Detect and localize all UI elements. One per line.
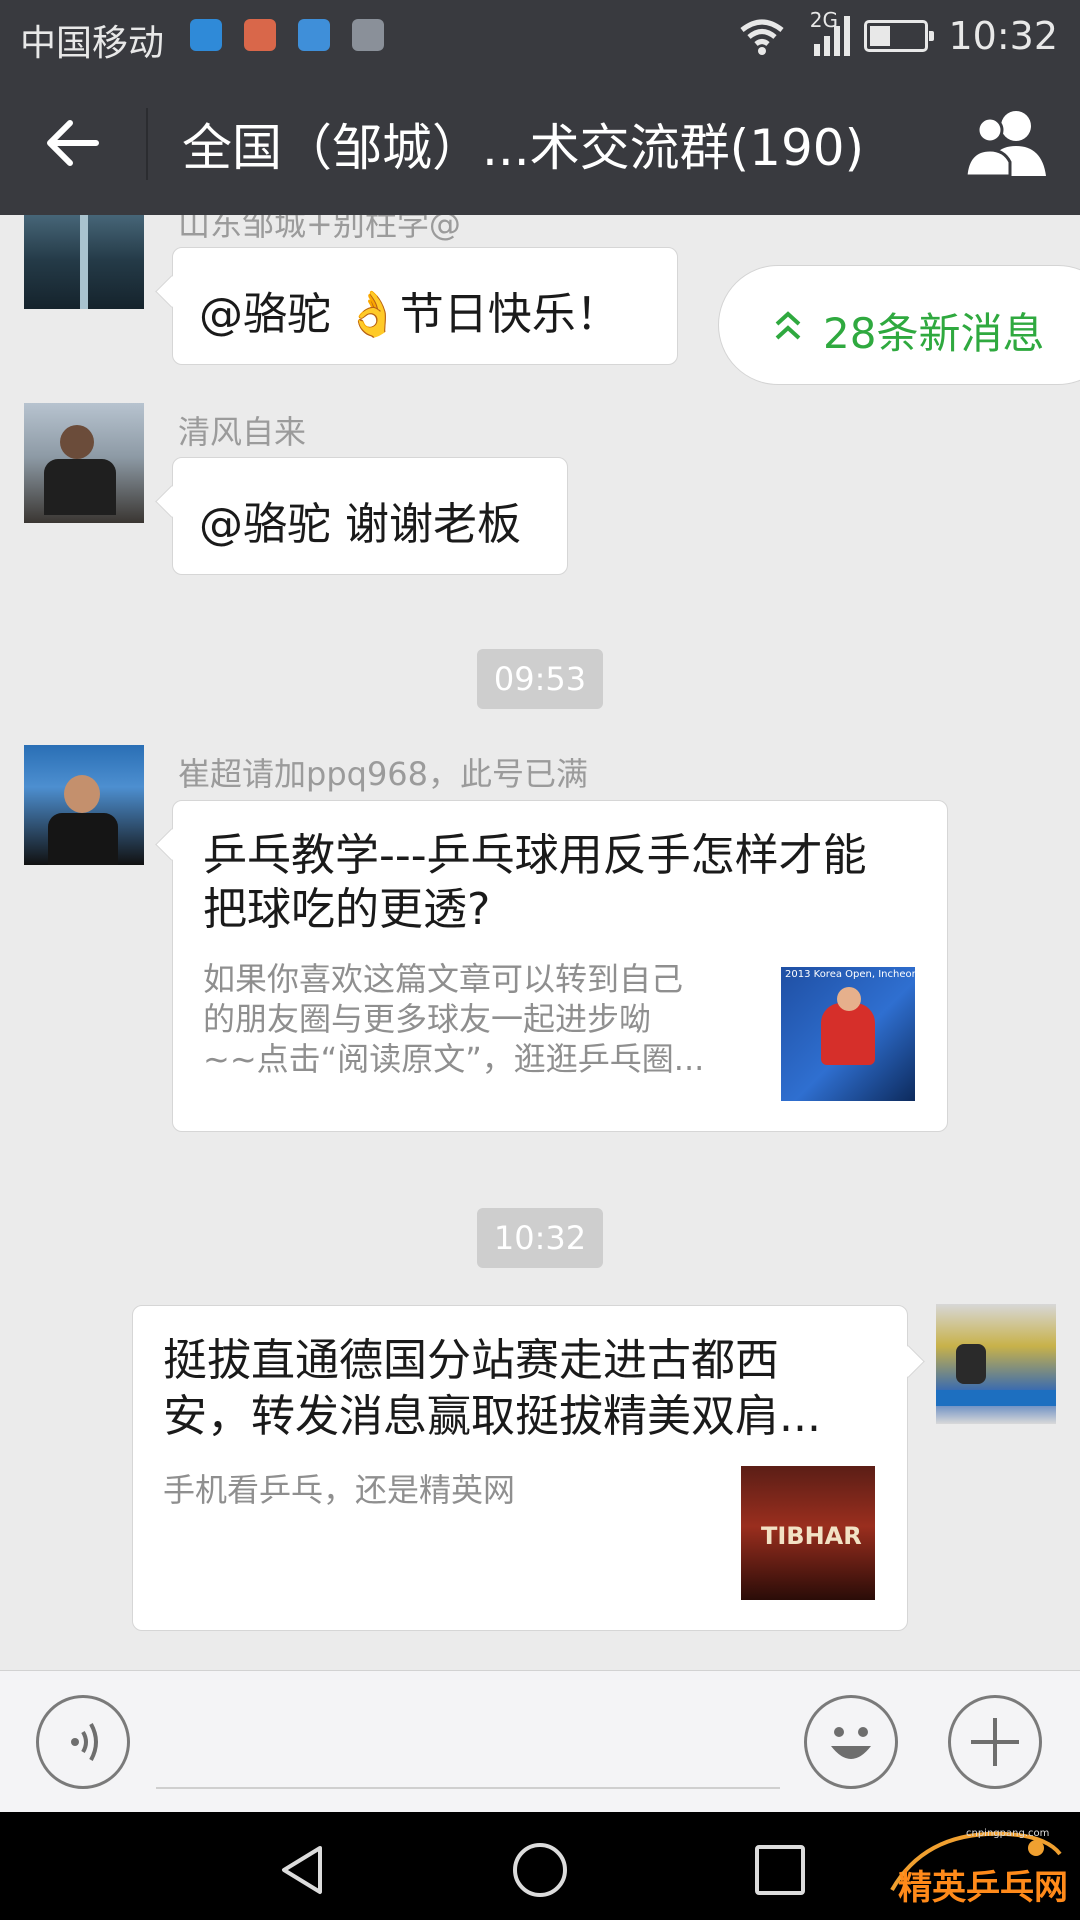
article-title-line: 把球吃的更透? xyxy=(203,884,491,935)
emoji-button[interactable] xyxy=(804,1695,898,1789)
article-card[interactable]: 乒乓教学---乒乓球用反手怎样才能 把球吃的更透? 如果你喜欢这篇文章可以转到自… xyxy=(172,800,948,1132)
nav-home-icon[interactable] xyxy=(510,1840,570,1900)
article-thumbnail: TIBHAR xyxy=(741,1466,875,1600)
chat-title[interactable]: 全国（邹城）...术交流群(190) xyxy=(182,108,864,180)
article-desc-line: 如果你喜欢这篇文章可以转到自己 xyxy=(203,960,684,998)
avatar[interactable] xyxy=(24,215,144,309)
avatar[interactable] xyxy=(24,745,144,865)
article-desc-line: ~~点击“阅读原文”，逛逛乒乓圈... xyxy=(203,1040,705,1078)
carrier-label: 中国移动 xyxy=(20,23,165,64)
health-app-icon xyxy=(298,19,330,51)
thumbnail-caption: TIBHAR xyxy=(761,1522,862,1550)
mail-app-icon xyxy=(244,19,276,51)
plus-icon xyxy=(971,1718,1019,1766)
input-bar xyxy=(0,1670,1080,1812)
new-messages-label: 28条新消息 xyxy=(823,309,1045,358)
message-text: @骆驼 谢谢老板 xyxy=(199,499,521,550)
avatar-detail xyxy=(64,775,100,813)
network-type-label: 2G xyxy=(809,8,838,32)
avatar-detail xyxy=(60,425,94,459)
more-options-button[interactable] xyxy=(948,1695,1042,1789)
thumbnail-caption: 2013 Korea Open, Incheon xyxy=(785,969,915,980)
chat-header: 全国（邹城）...术交流群(190) xyxy=(0,72,1080,215)
article-desc-line: 手机看乒乓，还是精英网 xyxy=(163,1471,516,1509)
avatar[interactable] xyxy=(24,403,144,523)
navigation-bar: cnpingpang.com 精英乒乓网 xyxy=(0,1812,1080,1920)
article-title-line: 安，转发消息赢取挺拔精美双肩... xyxy=(163,1391,821,1442)
avatar-detail xyxy=(936,1390,1056,1406)
voice-input-button[interactable] xyxy=(36,1695,130,1789)
battery-icon xyxy=(864,20,935,52)
avatar-detail xyxy=(44,459,116,515)
avatar-detail xyxy=(80,215,88,309)
article-title-line: 乒乓教学---乒乓球用反手怎样才能 xyxy=(203,830,867,881)
message-bubble[interactable]: @骆驼 👌节日快乐！ xyxy=(172,247,678,365)
battery-level xyxy=(870,26,891,46)
notification-app-icon xyxy=(190,19,222,51)
new-messages-button[interactable]: 28条新消息 xyxy=(718,265,1080,385)
watermark-site: cnpingpang.com xyxy=(966,1828,1050,1839)
avatar[interactable] xyxy=(936,1304,1056,1424)
timestamp: 10:32 xyxy=(477,1208,603,1268)
timestamp: 09:53 xyxy=(477,649,603,709)
chat-area[interactable]: 山东邹城+别柱学@ @骆驼 👌节日快乐！ 28条新消息 清风自来 @骆驼 谢谢老… xyxy=(0,215,1080,1670)
clock: 10:32 xyxy=(948,14,1058,58)
article-card[interactable]: 挺拔直通德国分站赛走进古都西 安，转发消息赢取挺拔精美双肩... 手机看乒乓，还… xyxy=(132,1305,908,1631)
nav-recents-icon[interactable] xyxy=(750,1840,810,1900)
thumbnail-detail xyxy=(837,987,861,1011)
sender-name: 清风自来 xyxy=(178,413,307,451)
article-title-line: 挺拔直通德国分站赛走进古都西 xyxy=(163,1335,779,1386)
status-bar: 中国移动 2G 10:32 xyxy=(0,0,1080,72)
message-text: @骆驼 👌节日快乐！ xyxy=(199,289,620,340)
wifi-icon xyxy=(740,19,785,55)
emoji-icon xyxy=(831,1727,871,1759)
avatar-detail xyxy=(956,1344,986,1384)
article-thumbnail: 2013 Korea Open, Incheon xyxy=(781,967,915,1101)
gallery-app-icon xyxy=(352,19,384,51)
header-divider xyxy=(146,108,148,180)
double-chevron-up-icon xyxy=(775,311,801,340)
sender-name: 崔超请加ppq968，此号已满 xyxy=(178,755,589,793)
thumbnail-detail xyxy=(821,1003,875,1065)
sender-name: 山东邹城+别柱学@ xyxy=(178,215,461,243)
message-bubble[interactable]: @骆驼 谢谢老板 xyxy=(172,457,568,575)
watermark-logo: cnpingpang.com 精英乒乓网 xyxy=(886,1820,1068,1916)
group-members-icon[interactable] xyxy=(964,106,1050,180)
voice-input-icon xyxy=(71,1723,98,1761)
article-desc-line: 的朋友圈与更多球友一起进步呦 xyxy=(203,1000,652,1038)
nav-back-icon[interactable] xyxy=(272,1840,332,1900)
avatar-detail xyxy=(48,813,118,865)
message-input[interactable] xyxy=(156,1787,780,1789)
back-arrow-icon[interactable] xyxy=(38,108,108,178)
watermark-text: 精英乒乓网 xyxy=(898,1868,1068,1908)
